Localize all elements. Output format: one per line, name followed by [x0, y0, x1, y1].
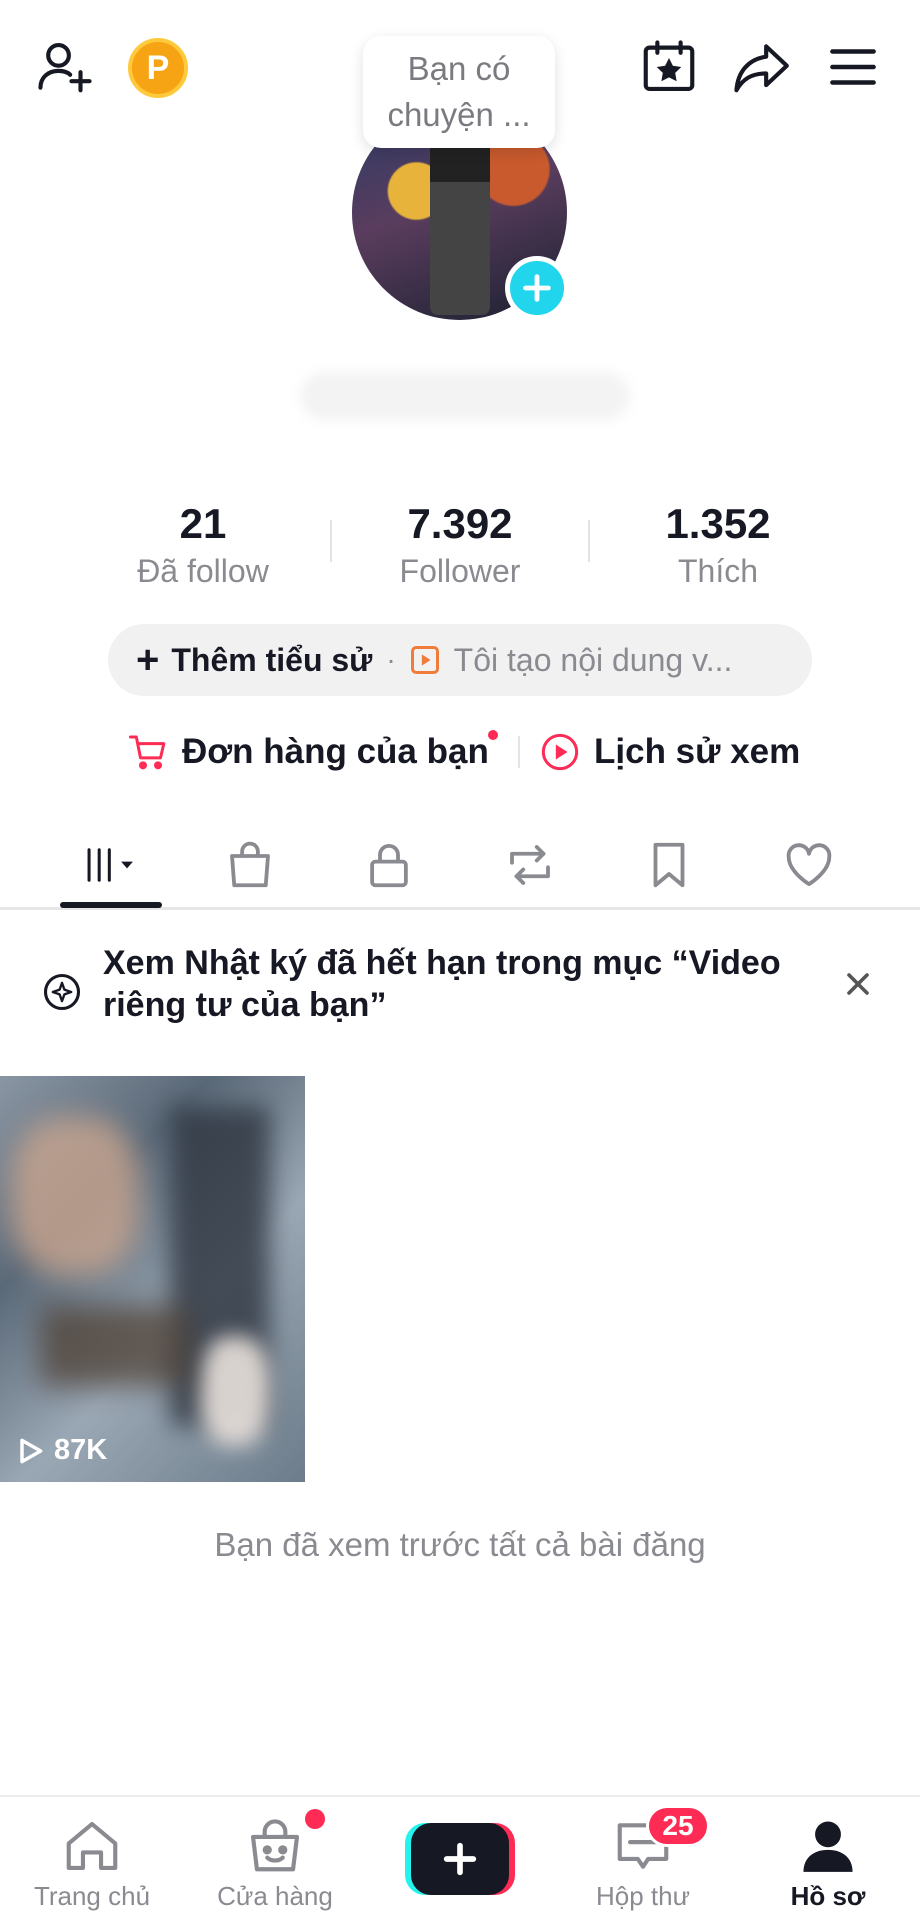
shop-notification-dot: [305, 1809, 325, 1829]
heart-icon: [786, 843, 832, 887]
profile-icon: [803, 1821, 853, 1872]
watch-history-label: Lịch sử xem: [594, 732, 801, 771]
nav-profile-label: Hồ sơ: [790, 1881, 866, 1911]
story-sparkle-icon: [43, 973, 81, 1011]
notice-text: Xem Nhật ký đã hết hạn trong mục “Video …: [103, 944, 781, 1024]
shopping-bag-icon: [230, 841, 270, 888]
home-icon: [66, 1821, 118, 1871]
links-divider: [518, 736, 520, 768]
menu-icon[interactable]: [822, 36, 884, 98]
tab-liked[interactable]: [754, 820, 864, 910]
likes-count: 1.352: [665, 500, 771, 547]
add-avatar-button[interactable]: [505, 256, 569, 320]
video-creator-icon: [410, 646, 439, 674]
view-count-label: 87K: [54, 1434, 108, 1466]
nav-profile[interactable]: Hồ sơ: [743, 1815, 913, 1912]
stat-divider: [588, 520, 590, 562]
following-label: Đã follow: [137, 553, 269, 589]
active-tab-indicator: [60, 902, 162, 908]
view-count: 87K: [14, 1434, 107, 1467]
likes-label: Thích: [677, 553, 759, 589]
plus-icon: [443, 1842, 477, 1876]
video-thumbnail[interactable]: 87K: [0, 1076, 305, 1482]
cart-icon: [129, 735, 166, 770]
profile-links: Đơn hàng của bạn Lịch sử xem: [0, 722, 920, 782]
story-bubble-line2: chuyện ...: [387, 96, 531, 133]
shop-bag-icon: [250, 1819, 300, 1872]
stat-divider: [330, 520, 332, 562]
expired-stories-notice[interactable]: Xem Nhật ký đã hết hạn trong mục “Video …: [0, 940, 920, 1040]
bookmark-icon: [653, 842, 685, 888]
lock-icon: [370, 843, 408, 888]
creator-category-text: Tôi tạo nội dung v...: [453, 641, 733, 678]
create-button[interactable]: [405, 1823, 515, 1895]
story-bubble-line1: Bạn có: [407, 50, 511, 87]
all-posts-seen-text: Bạn đã xem trước tất cả bài đăng: [214, 1526, 706, 1563]
add-friend-icon[interactable]: [34, 36, 96, 98]
play-icon: [20, 1438, 43, 1463]
grid-dropdown-icon: [85, 848, 133, 882]
bio-separator: ·: [386, 644, 396, 675]
username-hidden: [300, 372, 630, 420]
add-bio-label: Thêm tiểu sử: [171, 641, 373, 678]
tab-private[interactable]: [334, 820, 444, 910]
nav-inbox-label: Hộp thư: [595, 1881, 690, 1911]
stat-following[interactable]: 21 Đã follow: [83, 498, 323, 592]
calendar-star-icon[interactable]: [638, 36, 700, 98]
followers-count: 7.392: [407, 500, 513, 547]
play-circle-icon: [541, 733, 579, 771]
nav-home[interactable]: Trang chủ: [7, 1815, 177, 1912]
following-count: 21: [179, 500, 227, 547]
share-icon[interactable]: [730, 36, 792, 98]
coins-icon[interactable]: P: [128, 38, 188, 98]
plus-icon: +: [136, 638, 160, 682]
followers-label: Follower: [399, 553, 521, 589]
orders-notification-dot: [488, 730, 498, 740]
orders-label: Đơn hàng của bạn: [182, 732, 489, 771]
watch-history-link[interactable]: Lịch sử xem: [540, 722, 800, 782]
profile-tabs: [0, 820, 920, 910]
add-bio-button[interactable]: + Thêm tiểu sử · Tôi tạo nội dung v...: [108, 624, 812, 696]
nav-home-label: Trang chủ: [33, 1881, 151, 1911]
bottom-navigation: Trang chủ Cửa hàng Hộp thư 25 Hồ sơ: [0, 1795, 920, 1920]
orders-link[interactable]: Đơn hàng của bạn: [128, 722, 489, 782]
stat-likes[interactable]: 1.352 Thích: [598, 498, 838, 592]
nav-shop-label: Cửa hàng: [217, 1881, 333, 1911]
story-bubble[interactable]: Bạn có chuyện ...: [363, 36, 555, 148]
nav-shop[interactable]: Cửa hàng: [190, 1815, 360, 1912]
inbox-badge: 25: [646, 1805, 710, 1847]
tab-videos[interactable]: [56, 820, 166, 910]
tab-reposts[interactable]: [475, 820, 585, 910]
close-icon[interactable]: [840, 966, 876, 1002]
repost-icon: [510, 845, 550, 885]
tab-favorites[interactable]: [614, 820, 724, 910]
tab-shop[interactable]: [195, 820, 305, 910]
stat-followers[interactable]: 7.392 Follower: [340, 498, 580, 592]
